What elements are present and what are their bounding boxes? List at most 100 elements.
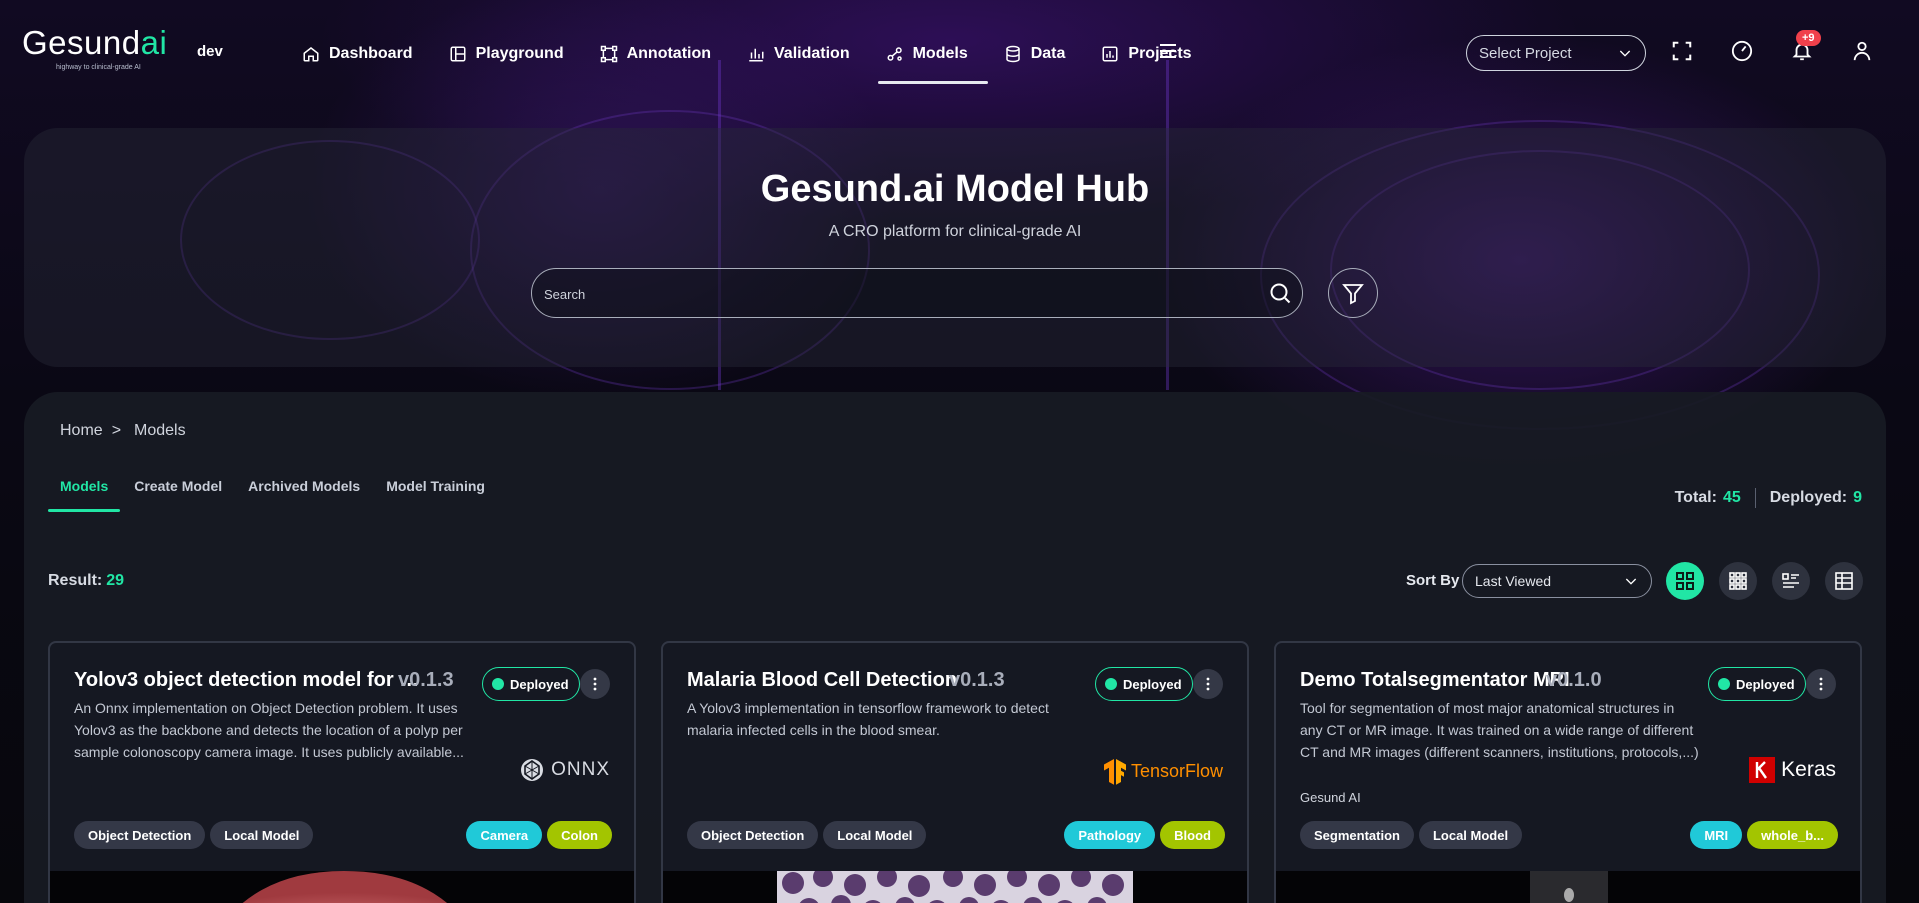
result-label: Result: xyxy=(48,572,103,589)
logo-tagline: highway to clinical-grade AI xyxy=(56,64,141,71)
home-icon xyxy=(303,47,319,62)
compact-grid-view-button[interactable] xyxy=(1719,562,1757,600)
modality-chip: Camera xyxy=(466,821,543,849)
totals-divider xyxy=(1754,488,1756,508)
speedometer-icon[interactable] xyxy=(1731,40,1753,62)
model-description: Tool for segmentation of most major anat… xyxy=(1300,700,1699,760)
nav-data[interactable]: Data xyxy=(988,30,1082,78)
tab-create-model[interactable]: Create Model xyxy=(122,477,234,513)
total-count: 45 xyxy=(1722,489,1741,506)
model-tags: Object Detection Local Model xyxy=(74,821,318,849)
anatomy-chip: Colon xyxy=(547,821,612,849)
status-dot xyxy=(1718,678,1730,690)
models-tabs: Models Create Model Archived Models Mode… xyxy=(48,477,499,513)
nav-projects[interactable]: Projects xyxy=(1085,30,1207,78)
nav-dashboard[interactable]: Dashboard xyxy=(286,30,429,78)
framework-logo: TensorFlow xyxy=(1102,757,1223,785)
breadcrumb-home[interactable]: Home xyxy=(60,422,103,440)
result-count: Result: 29 xyxy=(48,572,124,590)
model-modality-tags: Pathology Blood xyxy=(1064,821,1225,849)
user-profile-icon[interactable] xyxy=(1851,40,1873,62)
more-options-button[interactable] xyxy=(1193,669,1223,699)
tensorflow-logo-icon xyxy=(1103,759,1126,785)
model-modality-tags: MRI whole_b... xyxy=(1690,821,1838,849)
nav-models-label: Models xyxy=(912,45,968,62)
modality-chip: Pathology xyxy=(1064,821,1156,849)
playground-icon xyxy=(450,46,466,62)
nav-annotation-label: Annotation xyxy=(626,45,712,62)
top-navbar: Gesundai highway to clinical-grade AI de… xyxy=(0,0,1919,84)
tab-archived-models[interactable]: Archived Models xyxy=(236,477,372,513)
search-icon[interactable] xyxy=(1268,281,1292,305)
model-title[interactable]: Demo Totalsegmentator MRI xyxy=(1300,669,1570,692)
nav-dashboard-label: Dashboard xyxy=(329,45,413,62)
model-card[interactable]: Demo Totalsegmentator MRI v0.1.0 Deploye… xyxy=(1274,641,1862,903)
status-label: Deployed xyxy=(1123,676,1182,692)
anatomy-chip: Blood xyxy=(1160,821,1225,849)
nav-playground[interactable]: Playground xyxy=(433,30,580,78)
more-options-button[interactable] xyxy=(1806,669,1836,699)
projects-icon xyxy=(1102,46,1118,62)
annotation-icon xyxy=(600,45,617,63)
grid-view-button[interactable] xyxy=(1666,562,1704,600)
model-card[interactable]: Yolov3 object detection model for K... v… xyxy=(48,641,636,903)
fullscreen-icon[interactable] xyxy=(1671,40,1693,62)
model-description: A Yolov3 implementation in tensorflow fr… xyxy=(687,700,1049,738)
more-vertical-icon xyxy=(1819,677,1823,691)
page-title: Gesund.ai Model Hub xyxy=(760,168,1150,210)
model-modality-tags: Camera Colon xyxy=(466,821,612,849)
list-view-button[interactable] xyxy=(1772,562,1810,600)
deployed-count: 9 xyxy=(1853,489,1862,506)
bar-chart-icon xyxy=(749,48,764,62)
model-description: An Onnx implementation on Object Detecti… xyxy=(74,700,464,760)
nav-annotation[interactable]: Annotation xyxy=(584,30,727,78)
more-vertical-icon xyxy=(593,677,597,691)
onnx-logo-icon xyxy=(521,759,544,781)
notification-badge: +9 xyxy=(1796,30,1821,46)
more-vertical-icon xyxy=(1206,677,1210,691)
sort-select[interactable]: Last Viewed xyxy=(1462,564,1652,598)
deployed-status-badge: Deployed xyxy=(1708,667,1806,701)
sort-by-label: Sort By xyxy=(1406,572,1460,589)
model-title[interactable]: Yolov3 object detection model for K... xyxy=(74,669,424,692)
breadcrumb: Home > Models xyxy=(60,422,195,440)
more-options-button[interactable] xyxy=(580,669,610,699)
tag-chip: Object Detection xyxy=(687,821,819,849)
model-tags: Segmentation Local Model xyxy=(1300,821,1527,849)
model-tags: Object Detection Local Model xyxy=(687,821,931,849)
filter-button[interactable] xyxy=(1328,268,1378,318)
models-panel: Home > Models Models Create Model Archiv… xyxy=(24,392,1886,903)
gesund-logo[interactable]: Gesundai highway to clinical-grade AI xyxy=(22,24,168,71)
search-input[interactable] xyxy=(544,283,1244,305)
tag-chip: Local Model xyxy=(1418,821,1523,849)
table-view-button[interactable] xyxy=(1825,562,1863,600)
project-select[interactable]: Select Project xyxy=(1466,35,1646,71)
model-card[interactable]: Malaria Blood Cell Detection v0.1.3 Depl… xyxy=(661,641,1249,903)
database-icon xyxy=(1005,45,1020,63)
hamburger-menu-icon[interactable] xyxy=(1158,42,1178,60)
framework-name: ONNX xyxy=(551,759,610,780)
nav-models[interactable]: Models xyxy=(870,30,988,84)
logo-wordmark: Gesundai xyxy=(22,24,168,61)
model-thumbnail xyxy=(50,871,634,903)
search-box xyxy=(531,268,1303,318)
model-version: v0.1.3 xyxy=(398,669,454,691)
model-thumbnail xyxy=(663,867,1247,903)
nav-validation-label: Validation xyxy=(774,45,850,62)
nav-validation[interactable]: Validation xyxy=(731,30,866,78)
tab-models[interactable]: Models xyxy=(48,477,121,513)
deployed-label: Deployed: xyxy=(1769,489,1848,506)
keras-logo-icon xyxy=(1749,757,1776,783)
model-owner: Gesund AI xyxy=(1300,790,1361,805)
tag-chip: Local Model xyxy=(823,821,927,849)
tab-model-training[interactable]: Model Training xyxy=(374,477,497,513)
nav-playground-label: Playground xyxy=(475,45,564,62)
nav-data-label: Data xyxy=(1030,45,1066,62)
modality-chip: MRI xyxy=(1690,821,1743,849)
framework-name: TensorFlow xyxy=(1130,760,1223,781)
framework-name: Keras xyxy=(1781,758,1836,781)
anatomy-chip: whole_b... xyxy=(1747,821,1838,849)
total-label: Total: xyxy=(1674,489,1717,506)
model-title[interactable]: Malaria Blood Cell Detection xyxy=(687,669,957,692)
sort-select-value: Last Viewed xyxy=(1475,573,1552,589)
